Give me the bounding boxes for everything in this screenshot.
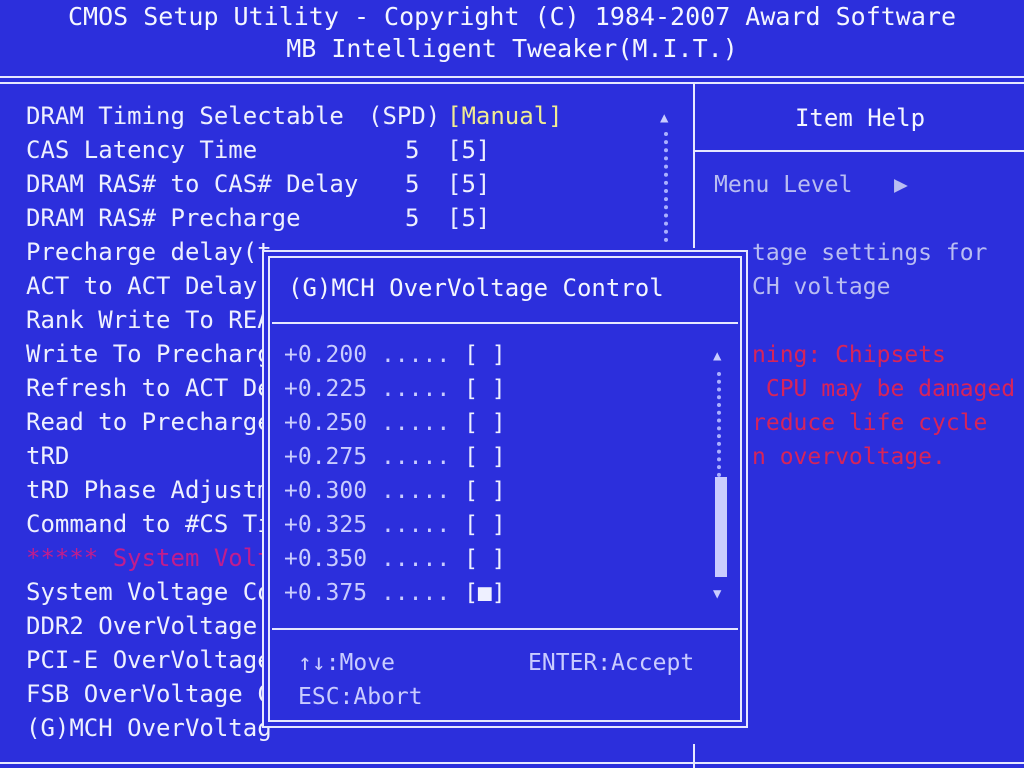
option-0-200[interactable]: +0.200 ..... [ ] (284, 342, 506, 368)
header-subtitle: MB Intelligent Tweaker(M.I.T.) (286, 34, 738, 63)
menu-item-dram-timing-selectable[interactable]: DRAM Timing Selectable (26, 102, 344, 130)
popup-help-abort: ESC:Abort (298, 684, 423, 710)
popup-scroll-thumb[interactable] (715, 477, 727, 577)
menu-item-system-voltage-control[interactable]: System Voltage Co (26, 578, 272, 606)
option-checkbox-selected[interactable]: [■] (464, 580, 506, 606)
popup-help-divider (272, 628, 738, 630)
menu-item-act-to-act[interactable]: ACT to ACT Delay( (26, 272, 272, 300)
menu-item-fsb-overvoltage[interactable]: FSB OverVoltage C (26, 680, 272, 708)
menu-item-precharge-delay[interactable]: Precharge delay(t (26, 238, 272, 266)
popup-scroll-track[interactable] (717, 372, 721, 477)
option-0-250[interactable]: +0.250 ..... [ ] (284, 410, 506, 436)
menu-value-ras-precharge[interactable]: [5] (447, 204, 490, 232)
option-dots: ..... (380, 444, 451, 470)
option-dots: ..... (380, 376, 451, 402)
help-warning-line-2: CPU may be damaged (752, 376, 1016, 402)
popup-help-move: ↑↓:Move (298, 650, 395, 676)
menu-item-command-to-cs[interactable]: Command to #CS Ti (26, 510, 272, 538)
footer-divider (0, 762, 1024, 764)
menu-item-pcie-overvoltage[interactable]: PCI-E OverVoltage (26, 646, 272, 674)
menu-item-ras-to-cas[interactable]: DRAM RAS# to CAS# Delay (26, 170, 358, 198)
menu-item-rank-write[interactable]: Rank Write To REA (26, 306, 272, 334)
popup-title: (G)MCH OverVoltage Control (288, 274, 664, 302)
option-0-350[interactable]: +0.350 ..... [ ] (284, 546, 506, 572)
option-0-375-selected[interactable]: +0.375 ..... [■] (284, 580, 506, 606)
option-checkbox[interactable]: [ ] (464, 342, 506, 368)
main-scrollbar[interactable] (664, 132, 668, 242)
menu-item-refresh-to-act[interactable]: Refresh to ACT De (26, 374, 272, 402)
help-line-1: tage settings for (752, 240, 988, 266)
option-value: +0.250 (284, 410, 368, 436)
option-checkbox[interactable]: [ ] (464, 478, 506, 504)
option-0-225[interactable]: +0.225 ..... [ ] (284, 376, 506, 402)
option-value: +0.300 (284, 478, 368, 504)
option-checkbox[interactable]: [ ] (464, 410, 506, 436)
option-value: +0.225 (284, 376, 368, 402)
menu-value-cas-latency[interactable]: [5] (447, 136, 490, 164)
option-dots: ..... (380, 342, 451, 368)
menu-item-ras-precharge[interactable]: DRAM RAS# Precharge (26, 204, 301, 232)
help-title-divider (695, 150, 1024, 152)
option-dots: ..... (380, 512, 451, 538)
popup-help-accept: ENTER:Accept (528, 650, 695, 676)
panel-divider-bottom (693, 744, 695, 768)
option-checkbox[interactable]: [ ] (464, 512, 506, 538)
menu-item-read-to-precharge[interactable]: Read to Precharge (26, 408, 272, 436)
option-value: +0.375 (284, 580, 368, 606)
option-dots: ..... (380, 546, 451, 572)
header-title: CMOS Setup Utility - Copyright (C) 1984-… (67, 2, 957, 31)
popup-scroll-down-icon[interactable]: ▼ (713, 586, 721, 602)
overvoltage-popup: (G)MCH OverVoltage Control +0.200 ..... … (262, 250, 748, 728)
menu-item-gmch-overvoltage[interactable]: (G)MCH OverVoltag (26, 714, 272, 742)
menu-value-dram-timing-selectable[interactable]: [Manual] (447, 102, 563, 130)
help-warning-line-3: reduce life cycle (752, 410, 988, 436)
option-0-275[interactable]: +0.275 ..... [ ] (284, 444, 506, 470)
menu-spd-cas-latency: 5 (405, 136, 420, 164)
menu-item-cas-latency[interactable]: CAS Latency Time (26, 136, 257, 164)
scroll-up-icon[interactable]: ▲ (660, 110, 668, 126)
menu-section-system-voltage: ***** System Volt (26, 544, 272, 572)
option-dots: ..... (380, 410, 451, 436)
option-checkbox[interactable]: [ ] (464, 444, 506, 470)
menu-level-indicator: Menu Level ▶ (714, 172, 908, 198)
spd-label: (SPD) (368, 102, 441, 130)
header-divider-bottom (0, 82, 1024, 84)
option-0-325[interactable]: +0.325 ..... [ ] (284, 512, 506, 538)
menu-value-ras-to-cas[interactable]: [5] (447, 170, 490, 198)
option-checkbox[interactable]: [ ] (464, 546, 506, 572)
menu-item-trd[interactable]: tRD (26, 442, 69, 470)
option-value: +0.275 (284, 444, 368, 470)
option-checkbox[interactable]: [ ] (464, 376, 506, 402)
help-warning-line-4: n overvoltage. (752, 444, 946, 470)
help-warning-line-1: ning: Chipsets (752, 342, 946, 368)
popup-scroll-up-icon[interactable]: ▲ (713, 348, 721, 364)
option-value: +0.325 (284, 512, 368, 538)
option-value: +0.350 (284, 546, 368, 572)
option-dots: ..... (380, 478, 451, 504)
popup-title-divider (272, 322, 738, 324)
header-divider-top (0, 76, 1024, 78)
menu-item-write-to-precharge[interactable]: Write To Precharg (26, 340, 272, 368)
option-0-300[interactable]: +0.300 ..... [ ] (284, 478, 506, 504)
menu-spd-ras-to-cas: 5 (405, 170, 420, 198)
item-help-title: Item Help (794, 104, 926, 132)
option-dots: ..... (380, 580, 451, 606)
option-value: +0.200 (284, 342, 368, 368)
panel-divider (693, 84, 695, 248)
help-line-2: CH voltage (752, 274, 891, 300)
menu-spd-ras-precharge: 5 (405, 204, 420, 232)
menu-item-trd-phase[interactable]: tRD Phase Adjustm (26, 476, 272, 504)
menu-item-ddr2-overvoltage[interactable]: DDR2 OverVoltage (26, 612, 257, 640)
